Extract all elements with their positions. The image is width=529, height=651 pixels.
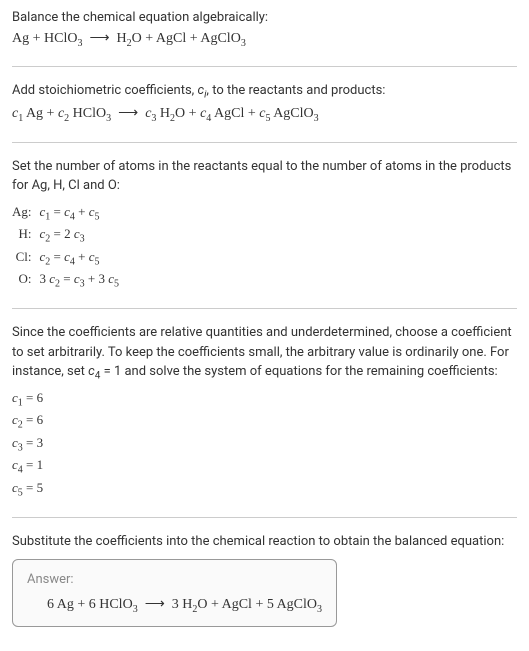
atom-row: O: 3 c2 = c3 + 3 c5: [12, 269, 119, 292]
coefficient-list: c1 = 6 c2 = 6 c3 = 3 c4 = 1 c5 = 5: [12, 388, 517, 501]
atom-label: O:: [12, 269, 40, 292]
stoich-equation: c1 Ag + c2 HClO3 ⟶ c3 H2O + c4 AgCl + c5…: [12, 103, 517, 126]
underdetermined-text: Since the coefficients are relative quan…: [12, 323, 517, 384]
atom-row: Ag: c1 = c4 + c5: [12, 202, 119, 225]
stoich-text: Add stoichiometric coefficients, ci, to …: [12, 81, 517, 103]
answer-box: Answer: 6 Ag + 6 HClO3 ⟶ 3 H2O + AgCl + …: [12, 559, 337, 627]
answer-label: Answer:: [27, 570, 322, 590]
atom-label: H:: [12, 224, 40, 247]
page-title: Balance the chemical equation algebraica…: [12, 8, 517, 28]
answer-equation: 6 Ag + 6 HClO3 ⟶ 3 H2O + AgCl + 5 AgClO3: [27, 594, 322, 617]
atom-row: H: c2 = 2 c3: [12, 224, 119, 247]
atoms-text: Set the number of atoms in the reactants…: [12, 157, 517, 196]
divider: [12, 66, 517, 67]
coef: c1 = 6: [12, 388, 517, 411]
atom-label: Cl:: [12, 247, 40, 270]
substitute-text: Substitute the coefficients into the che…: [12, 532, 517, 552]
atom-equation: 3 c2 = c3 + 3 c5: [40, 269, 120, 292]
atom-equation: c2 = c4 + c5: [40, 247, 120, 270]
coef: c2 = 6: [12, 410, 517, 433]
divider: [12, 308, 517, 309]
divider: [12, 142, 517, 143]
unbalanced-equation: Ag + HClO3 ⟶ H2O + AgCl + AgClO3: [12, 28, 517, 51]
coef: c5 = 5: [12, 478, 517, 501]
coef: c3 = 3: [12, 433, 517, 456]
atom-equation: c2 = 2 c3: [40, 224, 120, 247]
atoms-table: Ag: c1 = c4 + c5 H: c2 = 2 c3 Cl: c2 = c…: [12, 202, 119, 292]
atom-row: Cl: c2 = c4 + c5: [12, 247, 119, 270]
divider: [12, 517, 517, 518]
atom-label: Ag:: [12, 202, 40, 225]
atom-equation: c1 = c4 + c5: [40, 202, 120, 225]
coef: c4 = 1: [12, 455, 517, 478]
